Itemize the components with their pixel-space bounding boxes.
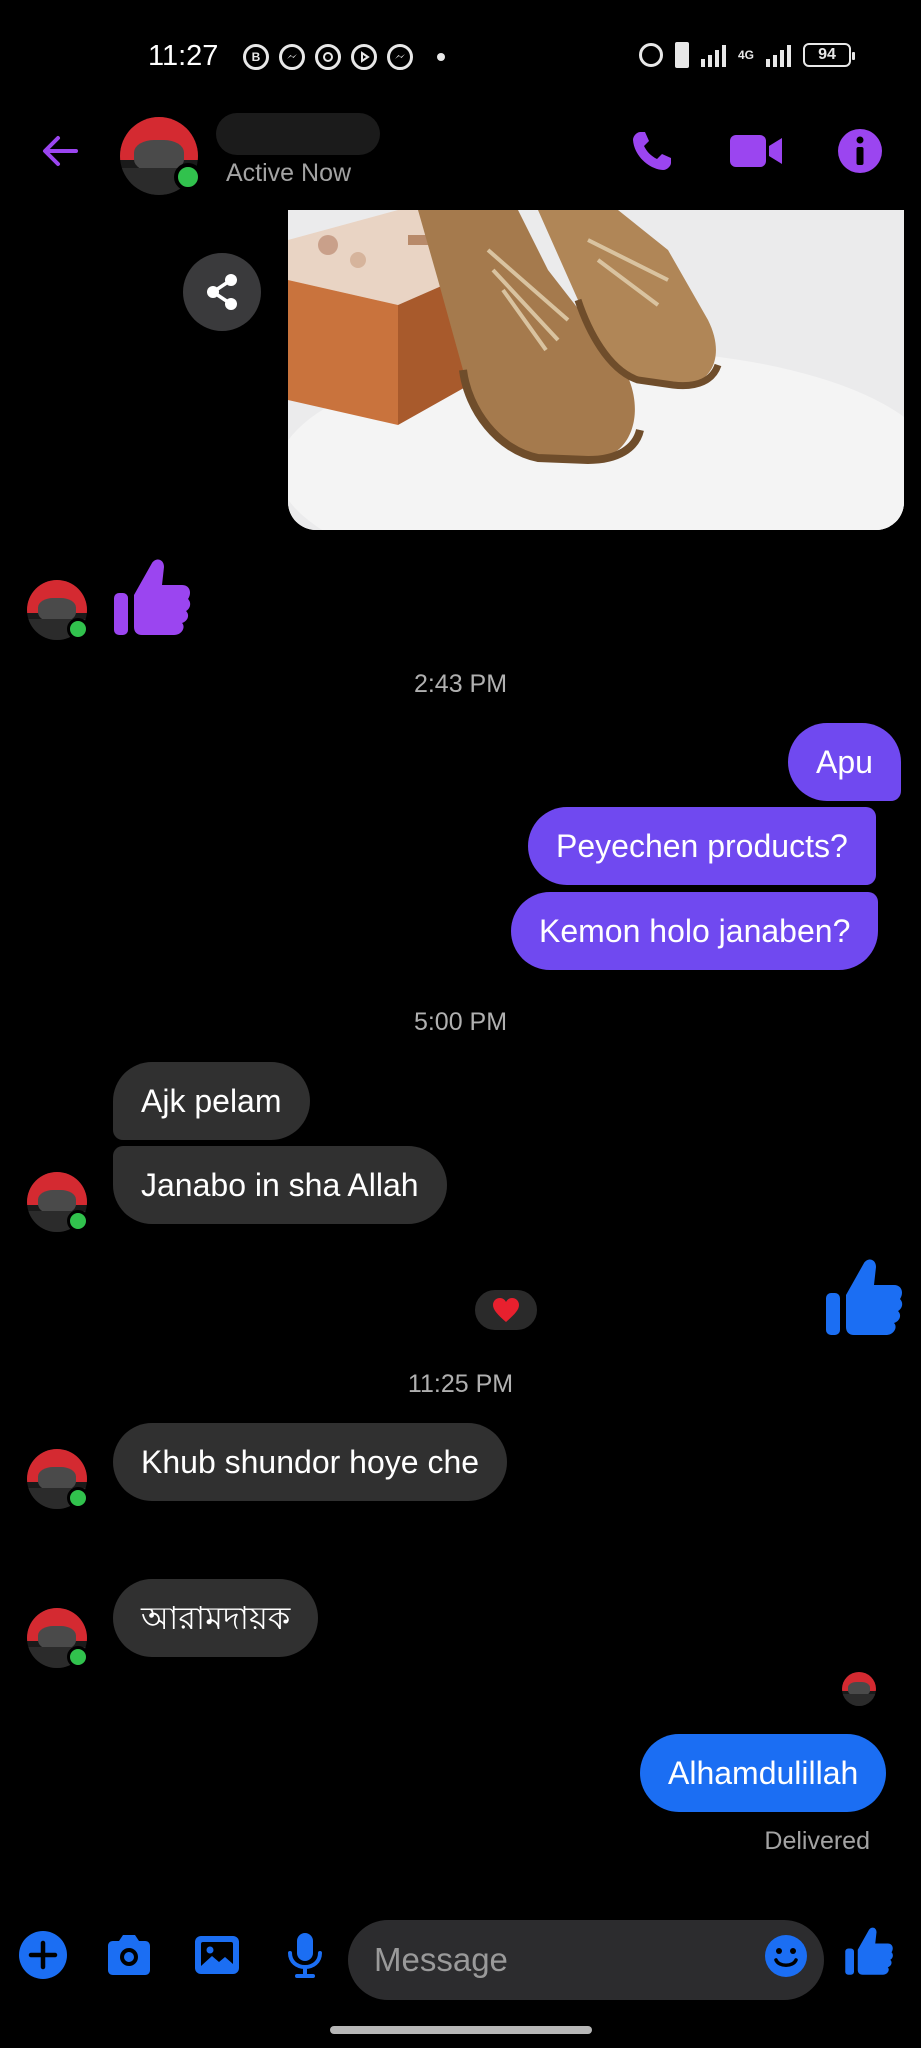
sent-message[interactable]: Alhamdulillah <box>640 1734 887 1812</box>
camera-icon[interactable] <box>104 1930 154 1980</box>
heart-icon <box>493 1298 519 1322</box>
sent-message[interactable]: Peyechen products? <box>528 807 876 885</box>
messenger-icon <box>387 44 413 70</box>
product-photo[interactable] <box>288 210 904 530</box>
online-indicator <box>67 1487 89 1509</box>
info-icon[interactable] <box>836 127 884 175</box>
share-icon <box>207 274 237 310</box>
read-receipt-avatar <box>842 1672 876 1706</box>
conversation-header: Active Now <box>0 105 921 205</box>
received-message[interactable]: আরামদায়ক <box>113 1579 319 1657</box>
video-camera-icon[interactable] <box>728 127 784 175</box>
whatsapp-icon <box>315 44 341 70</box>
received-message[interactable]: Janabo in sha Allah <box>113 1146 447 1224</box>
delivery-status: Delivered <box>764 1827 870 1855</box>
contact-name-redacted[interactable] <box>216 113 380 155</box>
status-bar: 11:27 B 4G 94 <box>0 0 921 118</box>
system-icons: 4G 94 <box>638 42 855 68</box>
received-thumbs-up-icon <box>114 559 191 635</box>
online-indicator <box>67 1210 89 1232</box>
active-status: Active Now <box>226 159 352 187</box>
sent-thumbs-up-icon <box>826 1259 903 1335</box>
received-message[interactable]: Khub shundor hoye che <box>113 1423 508 1501</box>
messenger-icon <box>279 44 305 70</box>
back-arrow-icon[interactable] <box>36 127 84 175</box>
battery-icon: 94 <box>803 43 855 67</box>
like-button-icon[interactable] <box>844 1924 894 1978</box>
status-time: 11:27 <box>148 40 219 72</box>
timestamp: 5:00 PM <box>413 1008 508 1036</box>
timestamp: 11:25 PM <box>407 1370 514 1398</box>
app-b-icon: B <box>243 44 269 70</box>
online-indicator <box>67 1646 89 1668</box>
share-button[interactable] <box>183 253 261 331</box>
online-indicator <box>174 163 202 191</box>
received-message[interactable]: Ajk pelam <box>113 1062 310 1140</box>
more-notifications-dot <box>437 53 445 61</box>
alarm-icon <box>638 43 663 67</box>
microphone-icon[interactable] <box>280 1930 330 1980</box>
message-input[interactable] <box>348 1920 824 2000</box>
heart-reaction[interactable] <box>472 1287 540 1333</box>
network-label: 4G <box>737 48 754 62</box>
timestamp: 2:43 PM <box>413 670 508 698</box>
signal-2-icon <box>766 43 791 67</box>
play-icon <box>351 44 377 70</box>
notification-icons: B <box>243 44 445 70</box>
online-indicator <box>67 618 89 640</box>
emoji-icon[interactable] <box>764 1934 808 1978</box>
sent-message[interactable]: Apu <box>788 723 901 801</box>
vibrate-icon <box>674 42 689 68</box>
message-list[interactable]: 2:43 PM Apu Peyechen products? Kemon hol… <box>0 205 921 1895</box>
home-indicator[interactable] <box>330 2026 592 2034</box>
signal-icon <box>700 43 726 67</box>
message-composer <box>0 1912 921 2012</box>
phone-icon[interactable] <box>628 127 676 175</box>
plus-icon[interactable] <box>18 1930 68 1980</box>
gallery-icon[interactable] <box>192 1930 242 1980</box>
sent-message[interactable]: Kemon holo janaben? <box>511 892 879 970</box>
